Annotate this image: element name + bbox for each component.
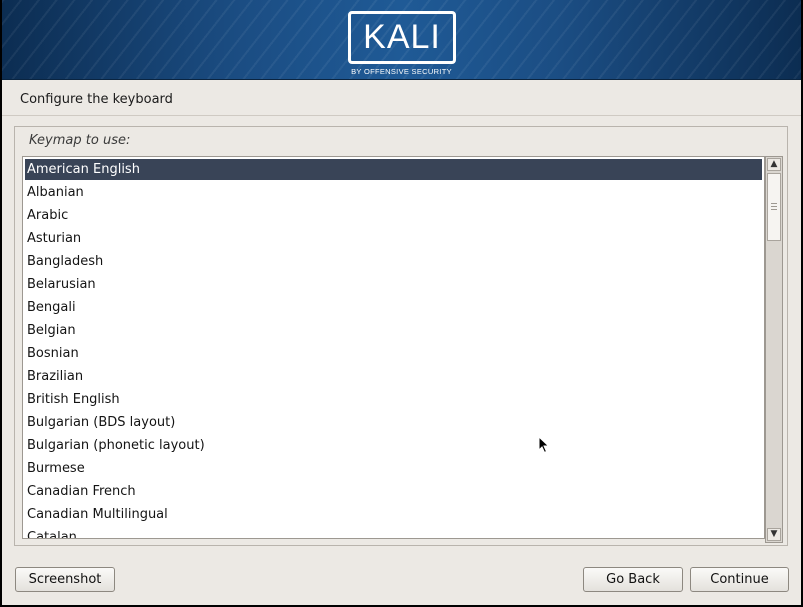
keymap-list[interactable]: American English Albanian Arabic Asturia… (22, 156, 765, 539)
keymap-option-bulgarian-bds[interactable]: Bulgarian (BDS layout) (25, 412, 762, 433)
keymap-option-brazilian[interactable]: Brazilian (25, 366, 762, 387)
chevron-up-icon: ▲ (770, 159, 778, 169)
scroll-up-button[interactable]: ▲ (767, 158, 781, 171)
mouse-pointer-icon (538, 436, 550, 454)
keymap-option-burmese[interactable]: Burmese (25, 458, 762, 479)
keymap-option-american-english[interactable]: American English (25, 159, 762, 180)
page-title: Configure the keyboard (20, 92, 173, 107)
keymap-option-bosnian[interactable]: Bosnian (25, 343, 762, 364)
scrollbar-thumb[interactable] (767, 173, 781, 241)
grip-line (771, 209, 777, 210)
keymap-option-asturian[interactable]: Asturian (25, 228, 762, 249)
keymap-option-belarusian[interactable]: Belarusian (25, 274, 762, 295)
keymap-option-bangladesh[interactable]: Bangladesh (25, 251, 762, 272)
keymap-option-bulgarian-phonetic[interactable]: Bulgarian (phonetic layout) (25, 435, 762, 456)
chevron-down-icon: ▼ (770, 529, 778, 539)
kali-banner: KALI BY OFFENSIVE SECURITY (2, 0, 801, 80)
screenshot-button[interactable]: Screenshot (15, 567, 115, 592)
keymap-option-catalan[interactable]: Catalan (25, 527, 762, 538)
kali-logo: KALI (348, 11, 456, 64)
title-divider (2, 115, 801, 116)
keymap-option-arabic[interactable]: Arabic (25, 205, 762, 226)
keymap-option-canadian-french[interactable]: Canadian French (25, 481, 762, 502)
keymap-option-albanian[interactable]: Albanian (25, 182, 762, 203)
grip-line (771, 206, 777, 207)
go-back-button[interactable]: Go Back (583, 567, 683, 592)
continue-button[interactable]: Continue (690, 567, 789, 592)
keymap-scrollbar[interactable]: ▲ ▼ (765, 156, 783, 543)
grip-line (771, 203, 777, 204)
keymap-label: Keymap to use: (29, 133, 131, 148)
keymap-option-belgian[interactable]: Belgian (25, 320, 762, 341)
keymap-option-british-english[interactable]: British English (25, 389, 762, 410)
keymap-option-canadian-multilingual[interactable]: Canadian Multilingual (25, 504, 762, 525)
installer-window: KALI BY OFFENSIVE SECURITY Configure the… (2, 0, 801, 605)
keymap-group: Keymap to use: American English Albanian… (14, 126, 788, 546)
logo-tagline: BY OFFENSIVE SECURITY (351, 67, 452, 76)
logo-word: KALI (363, 18, 441, 56)
keymap-option-bengali[interactable]: Bengali (25, 297, 762, 318)
scroll-down-button[interactable]: ▼ (767, 528, 781, 541)
